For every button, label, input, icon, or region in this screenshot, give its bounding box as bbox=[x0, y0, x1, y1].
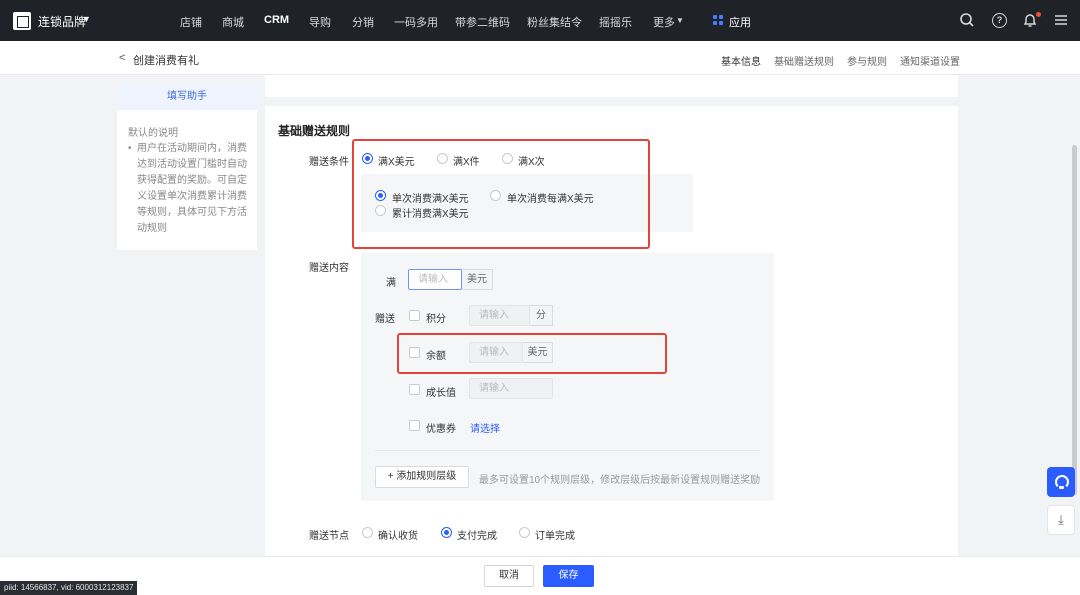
radio-payment-complete-label[interactable]: 支付完成 bbox=[457, 527, 497, 542]
nav-item-more[interactable]: 更多 bbox=[653, 14, 675, 30]
highlight-box-condition bbox=[352, 139, 650, 249]
content-panel bbox=[361, 253, 774, 501]
customer-support-icon[interactable] bbox=[1047, 467, 1075, 497]
full-amount-unit: 美元 bbox=[462, 269, 493, 290]
section-title: 基础赠送规则 bbox=[278, 124, 351, 138]
points-label[interactable]: 积分 bbox=[426, 310, 446, 325]
highlight-box-balance bbox=[397, 333, 667, 374]
growth-checkbox[interactable] bbox=[409, 384, 420, 395]
nav-item-store[interactable]: 店铺 bbox=[180, 14, 202, 30]
brand-logo-icon[interactable] bbox=[13, 12, 31, 30]
more-caret-icon[interactable]: ▼ bbox=[676, 16, 684, 25]
notification-dot bbox=[1036, 12, 1041, 17]
save-button[interactable]: 保存 bbox=[543, 565, 594, 587]
anchor-basic-info[interactable]: 基本信息 bbox=[721, 53, 761, 68]
helper-panel: 填写助手 默认的说明 用户在活动期间内，消费达到活动设置门槛时自动获得配置的奖励… bbox=[117, 84, 257, 250]
growth-label[interactable]: 成长值 bbox=[426, 384, 456, 399]
points-unit: 分 bbox=[530, 305, 553, 326]
coupon-label[interactable]: 优惠券 bbox=[426, 420, 456, 435]
menu-icon[interactable] bbox=[1053, 12, 1069, 28]
sub-header: < 创建消费有礼 基本信息 基础赠送规则 参与规则 通知渠道设置 bbox=[0, 41, 1080, 75]
search-icon[interactable] bbox=[959, 12, 975, 28]
cancel-button[interactable]: 取消 bbox=[484, 565, 534, 587]
page-scrollbar[interactable] bbox=[1072, 145, 1077, 495]
brand-name[interactable]: 连锁品牌 bbox=[38, 13, 86, 30]
apps-label[interactable]: 应用 bbox=[729, 14, 751, 30]
basic-info-card-tail bbox=[265, 75, 958, 97]
coupon-checkbox[interactable] bbox=[409, 420, 420, 431]
radio-confirm-receipt[interactable] bbox=[362, 527, 373, 538]
content-label: 赠送内容 bbox=[309, 263, 349, 274]
download-button[interactable]: ⤓ bbox=[1047, 505, 1075, 535]
nav-item-distribution[interactable]: 分销 bbox=[352, 14, 374, 30]
helper-description: 用户在活动期间内，消费达到活动设置门槛时自动获得配置的奖励。可自定义设置单次消费… bbox=[128, 141, 252, 237]
full-amount-input[interactable]: 请输入 bbox=[408, 269, 462, 290]
nav-item-guide[interactable]: 导购 bbox=[309, 14, 331, 30]
download-icon: ⤓ bbox=[1058, 512, 1064, 527]
node-label: 赠送节点 bbox=[309, 531, 349, 542]
brand-caret-icon[interactable]: ▼ bbox=[82, 14, 91, 24]
back-chevron-icon[interactable]: < bbox=[119, 52, 125, 64]
radio-payment-complete[interactable] bbox=[441, 527, 452, 538]
condition-label: 赠送条件 bbox=[309, 157, 349, 168]
nav-item-multicode[interactable]: 一码多用 bbox=[394, 14, 438, 30]
gift-label: 赠送 bbox=[375, 314, 395, 325]
coupon-select-link[interactable]: 请选择 bbox=[470, 420, 500, 435]
bottom-action-bar bbox=[0, 556, 1080, 595]
rule-level-hint: 最多可设置10个规则层级，修改层级后按最新设置规则赠送奖励 bbox=[479, 475, 761, 486]
radio-order-complete[interactable] bbox=[519, 527, 530, 538]
anchor-participate-rules[interactable]: 参与规则 bbox=[847, 53, 887, 68]
points-input[interactable]: 请输入 bbox=[469, 305, 530, 326]
full-label: 满 bbox=[386, 278, 396, 289]
points-checkbox[interactable] bbox=[409, 310, 420, 321]
apps-grid-icon[interactable] bbox=[713, 15, 724, 26]
add-rule-level-button[interactable]: + 添加规则层级 bbox=[375, 466, 469, 488]
helper-title[interactable]: 填写助手 bbox=[117, 84, 257, 110]
nav-item-shake[interactable]: 摇摇乐 bbox=[599, 14, 632, 30]
growth-input[interactable]: 请输入 bbox=[469, 378, 553, 399]
nav-item-qrcode[interactable]: 带参二维码 bbox=[455, 14, 510, 30]
nav-item-mall[interactable]: 商城 bbox=[222, 14, 244, 30]
page-title: 创建消费有礼 bbox=[133, 55, 199, 67]
anchor-base-rules[interactable]: 基础赠送规则 bbox=[774, 53, 834, 68]
help-icon[interactable]: ? bbox=[992, 13, 1007, 28]
radio-order-complete-label[interactable]: 订单完成 bbox=[535, 527, 575, 542]
nav-item-crm[interactable]: CRM bbox=[264, 14, 289, 26]
helper-subtitle: 默认的说明 bbox=[128, 128, 178, 139]
radio-confirm-receipt-label[interactable]: 确认收货 bbox=[378, 527, 418, 542]
top-nav: 连锁品牌 ▼ 店铺 商城 CRM 导购 分销 一码多用 带参二维码 粉丝集结令 … bbox=[0, 0, 1080, 41]
anchor-notify-settings[interactable]: 通知渠道设置 bbox=[900, 53, 960, 68]
nav-item-fans[interactable]: 粉丝集结令 bbox=[527, 14, 582, 30]
debug-id-label: piid: 14566837, vid: 6000312123837 bbox=[0, 581, 138, 595]
content-divider bbox=[375, 450, 760, 451]
